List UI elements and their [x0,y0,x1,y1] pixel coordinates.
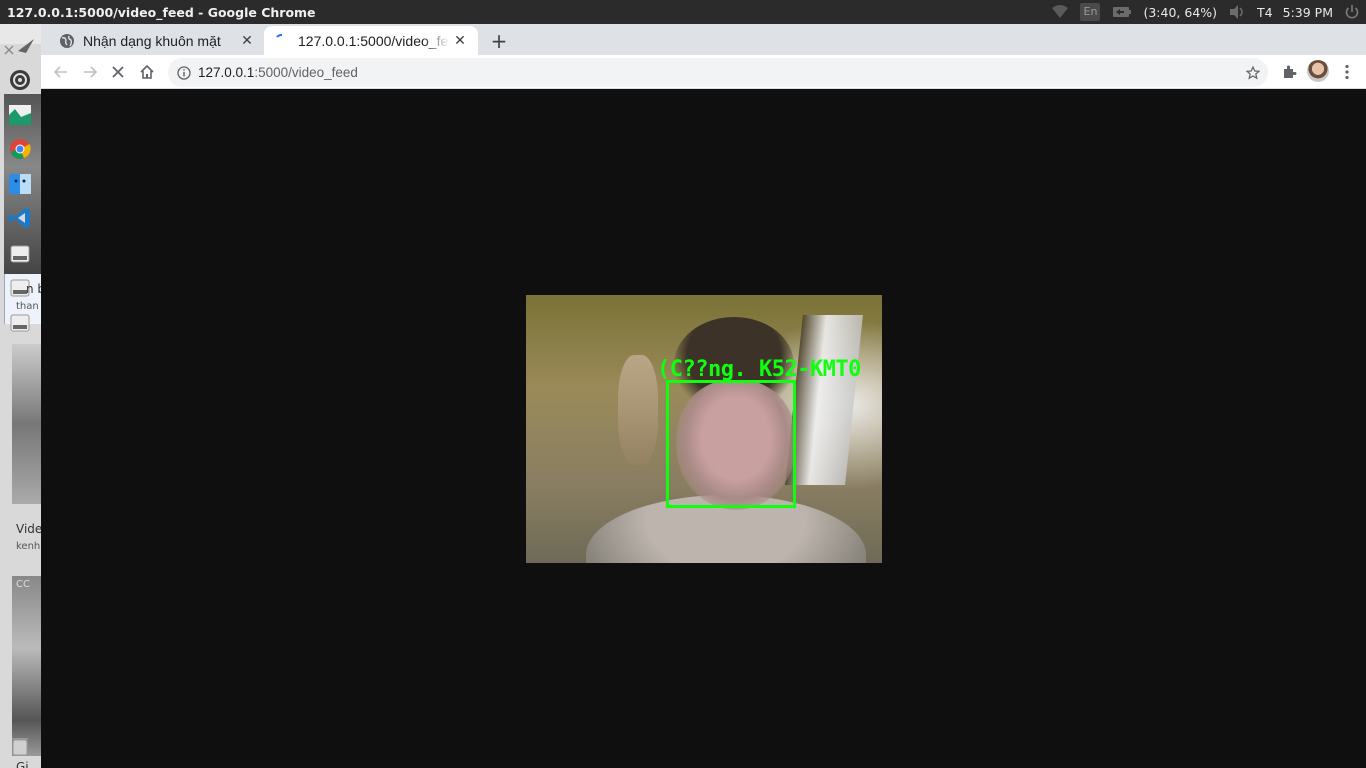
url-text: 127.0.0.1:5000/video_feed [198,65,358,80]
avatar[interactable] [1307,60,1329,82]
battery-icon[interactable] [1106,0,1138,24]
peek-text: Vide [16,522,41,536]
launcher: n b than Vide kenh CC Gi [0,24,41,768]
tab-title: Nhận dạng khuôn mặt [83,32,221,49]
url-path: :5000/video_feed [254,65,358,80]
battery-status: (3:40, 64%) [1143,4,1218,20]
face-label: (C??ng. K52-KMT0 [657,357,861,382]
finder-icon[interactable] [8,172,32,196]
window-title: 127.0.0.1:5000/video_feed - Google Chrom… [7,4,316,20]
stop-loading-icon[interactable] [104,58,132,86]
tab-video-feed[interactable]: 127.0.0.1:5000/video_feed ✕ [264,26,478,55]
face-detection-box [666,380,796,508]
peek-text: kenh [16,541,41,552]
clock[interactable]: 5:39 PM [1278,5,1338,20]
loading-spinner-icon [274,33,290,49]
system-tray: En (3:40, 64%) T4 5:39 PM [1046,0,1366,24]
page-viewport: (C??ng. K52-KMT0 [41,89,1366,768]
day-label: T4 [1257,4,1273,20]
back-icon[interactable] [47,58,75,86]
background-window [785,315,863,485]
vscode-icon[interactable] [8,206,32,230]
close-icon[interactable]: ✕ [450,31,470,51]
extensions-icon[interactable] [1275,58,1303,86]
info-icon[interactable] [176,65,192,81]
chrome-icon[interactable] [8,137,32,161]
new-tab-button[interactable]: + [487,29,511,53]
disk-icon[interactable] [8,311,32,335]
video-feed-image: (C??ng. K52-KMT0 [526,295,882,563]
top-panel: 127.0.0.1:5000/video_feed - Google Chrom… [0,0,1366,24]
peek-text: n b [26,282,41,296]
peek-text: Gi [16,760,29,768]
address-bar[interactable]: 127.0.0.1:5000/video_feed [168,58,1268,87]
keyboard-lang-icon[interactable]: En [1074,0,1106,24]
bookmark-star-icon[interactable] [1244,64,1262,82]
peek-text: CC [16,579,30,590]
settings-icon[interactable] [8,68,32,92]
background-cloth [618,355,658,465]
menu-kebab-icon[interactable] [1333,58,1361,86]
tab-strip: Nhận dạng khuôn mặt ✕ 127.0.0.1:5000/vid… [41,24,1366,55]
url-host: 127.0.0.1 [198,65,255,80]
disk-icon[interactable] [8,242,32,266]
peek-text: than [16,301,39,312]
browser-window: Nhận dạng khuôn mặt ✕ 127.0.0.1:5000/vid… [41,24,1366,768]
system-monitor-icon[interactable] [8,103,32,127]
toolbar: 127.0.0.1:5000/video_feed [41,55,1366,89]
globe-icon [59,33,75,49]
launcher-app-icon[interactable] [14,34,38,58]
power-icon[interactable] [1338,0,1366,24]
forward-icon[interactable] [76,58,104,86]
close-icon[interactable]: ✕ [237,31,257,51]
tab-face-recognition[interactable]: Nhận dạng khuôn mặt ✕ [49,26,265,55]
trash-icon[interactable] [8,734,32,758]
tab-title: 127.0.0.1:5000/video_feed [298,32,450,49]
volume-icon[interactable] [1222,0,1252,24]
wifi-icon[interactable] [1046,0,1074,24]
home-icon[interactable] [133,58,161,86]
